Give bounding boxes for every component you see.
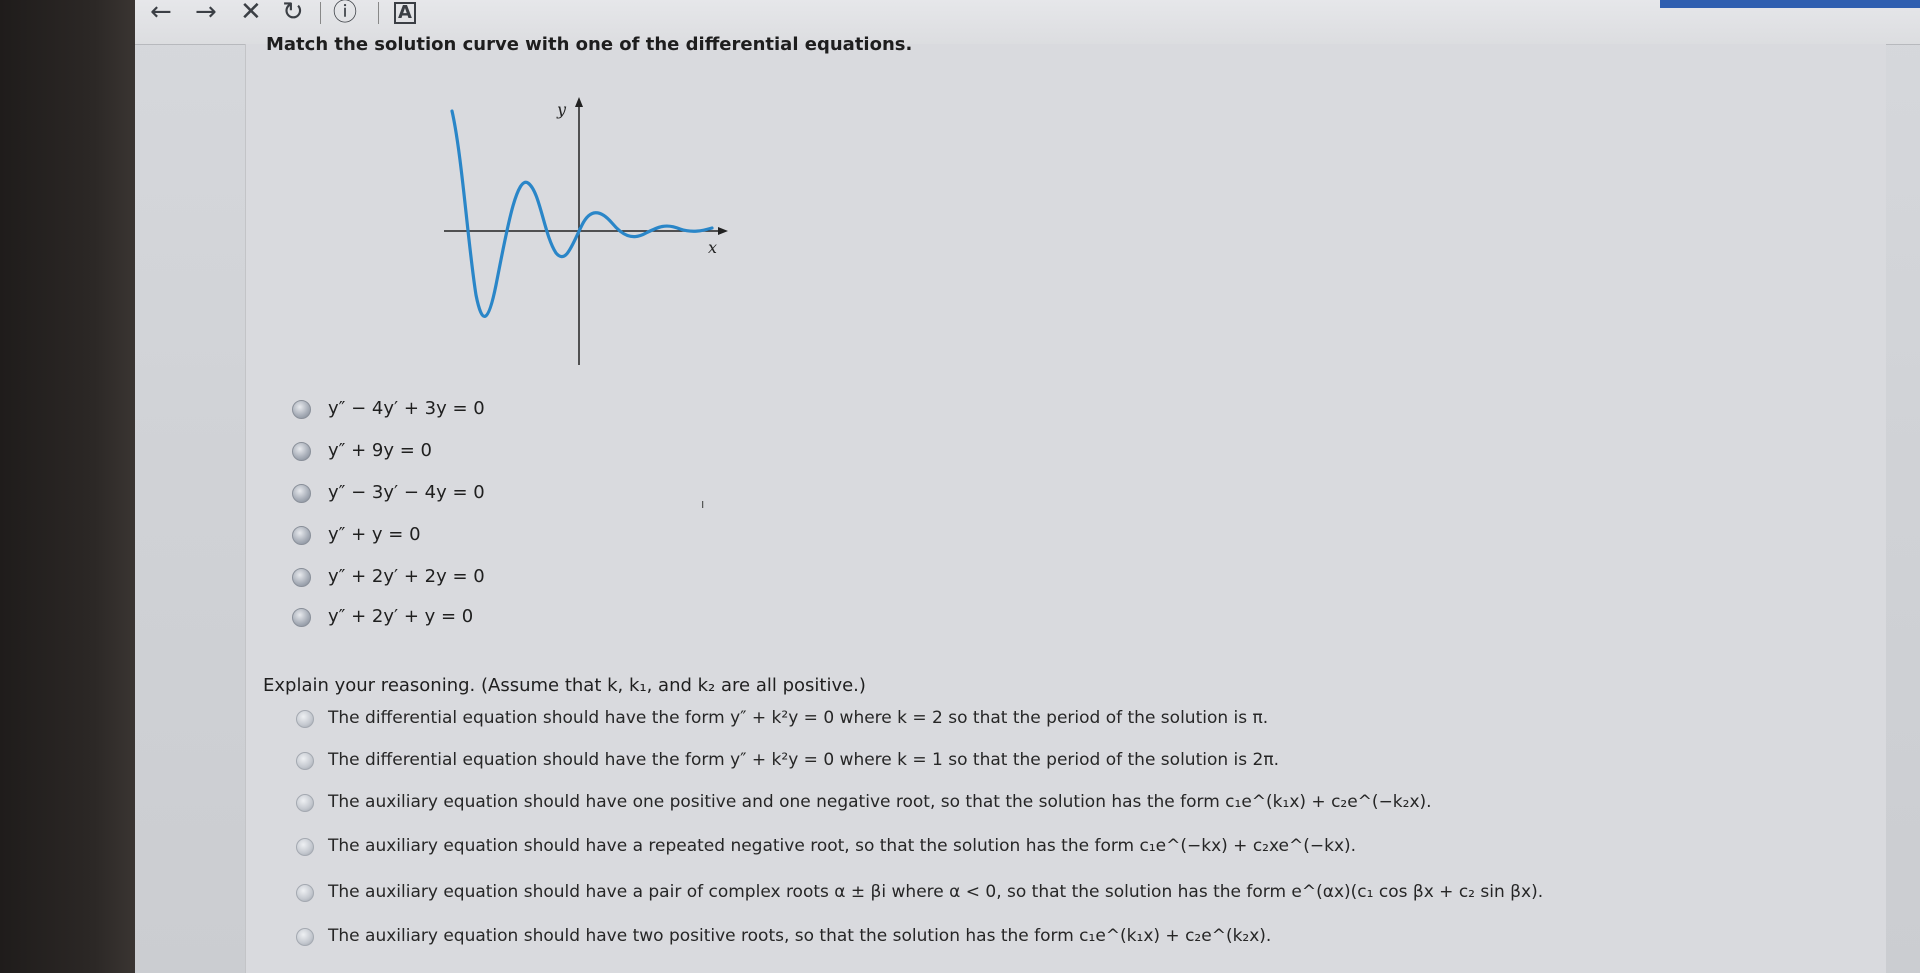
option-label: y″ + 2y′ + y = 0 xyxy=(328,606,474,627)
reason-label: The differential equation should have th… xyxy=(328,708,1269,728)
radio-button[interactable] xyxy=(296,928,314,946)
y-axis-label: y xyxy=(556,100,567,119)
reason-label: The auxiliary equation should have a rep… xyxy=(328,836,1357,856)
option-label: y″ − 3y′ − 4y = 0 xyxy=(328,482,485,503)
toolbar-accent xyxy=(1660,0,1920,8)
x-axis-arrow xyxy=(718,227,728,235)
option-label: y″ + 2y′ + 2y = 0 xyxy=(328,566,485,587)
radio-button[interactable] xyxy=(292,568,311,587)
radio-button[interactable] xyxy=(292,442,311,461)
toolbar-divider xyxy=(320,2,321,24)
question-prompt: Match the solution curve with one of the… xyxy=(266,34,913,55)
reason-label: The auxiliary equation should have two p… xyxy=(328,926,1272,946)
reason-label: The differential equation should have th… xyxy=(328,750,1279,770)
stop-icon[interactable]: ✕ xyxy=(240,0,262,26)
graph-svg: y x xyxy=(444,97,728,365)
solution-curve xyxy=(450,109,714,318)
radio-button[interactable] xyxy=(292,484,311,503)
reason-label: The auxiliary equation should have one p… xyxy=(328,792,1432,812)
option-label: y″ − 4y′ + 3y = 0 xyxy=(328,398,485,419)
info-icon[interactable]: ⓘ xyxy=(333,0,357,26)
radio-button[interactable] xyxy=(296,794,314,812)
radio-button[interactable] xyxy=(292,400,311,419)
forward-icon[interactable]: → xyxy=(195,0,217,26)
option-label: y″ + y = 0 xyxy=(328,524,421,545)
radio-button[interactable] xyxy=(292,526,311,545)
radio-button[interactable] xyxy=(296,710,314,728)
reload-icon[interactable]: ↻ xyxy=(282,0,304,26)
y-axis-arrow xyxy=(575,97,583,107)
radio-button[interactable] xyxy=(296,884,314,902)
option-label: y″ + 9y = 0 xyxy=(328,440,432,461)
x-axis-label: x xyxy=(708,238,717,257)
reader-icon[interactable]: A xyxy=(394,2,416,24)
toolbar-divider xyxy=(378,2,379,24)
radio-button[interactable] xyxy=(296,752,314,770)
text-cursor-mark: ı xyxy=(701,497,705,511)
explain-prompt: Explain your reasoning. (Assume that k, … xyxy=(263,675,866,696)
reason-label: The auxiliary equation should have a pai… xyxy=(328,882,1544,902)
back-icon[interactable]: ← xyxy=(150,0,172,26)
radio-button[interactable] xyxy=(296,838,314,856)
solution-curve-graph: y x xyxy=(440,95,730,370)
screen-bezel xyxy=(0,0,135,973)
radio-button[interactable] xyxy=(292,608,311,627)
